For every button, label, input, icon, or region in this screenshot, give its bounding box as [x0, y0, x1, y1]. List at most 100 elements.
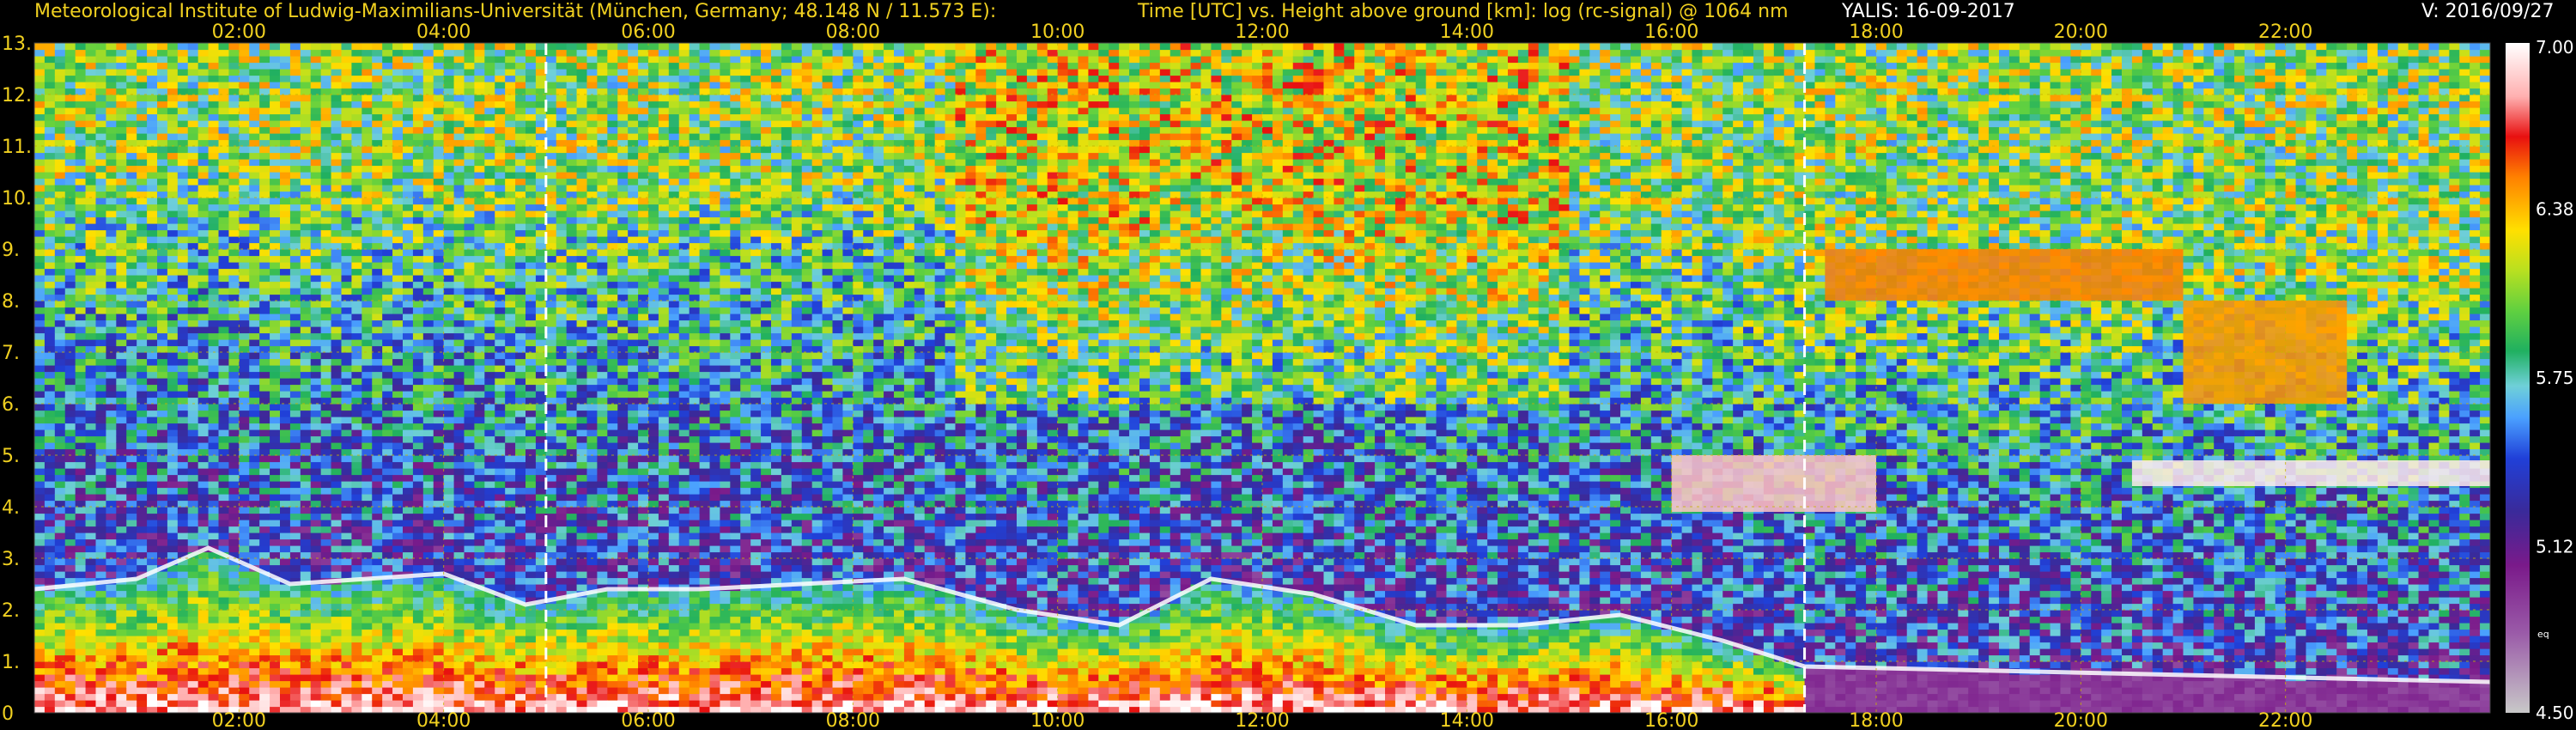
signal-cell [106, 520, 117, 526]
signal-cell [65, 69, 76, 76]
signal-cell [116, 140, 127, 147]
signal-cell [34, 63, 46, 70]
signal-cell [116, 648, 127, 655]
signal-cell [116, 488, 127, 495]
signal-cell [76, 114, 87, 121]
signal-cell [147, 642, 158, 649]
signal-cell [106, 597, 117, 604]
signal-cell [55, 468, 66, 475]
signal-cell [45, 223, 56, 230]
signal-cell [147, 648, 158, 655]
signal-cell [147, 411, 158, 417]
signal-cell [126, 488, 137, 495]
signal-cell [137, 655, 148, 662]
signal-cell [147, 320, 158, 327]
signal-cell [45, 346, 56, 353]
signal-cell [76, 591, 87, 598]
signal-cell [96, 198, 107, 204]
signal-cell [106, 398, 117, 405]
signal-cell [34, 256, 46, 263]
signal-cell [34, 411, 46, 417]
signal-cell [96, 204, 107, 211]
signal-cell [147, 481, 158, 488]
signal-cell [137, 545, 148, 552]
signal-cell [76, 230, 87, 237]
signal-cell [86, 623, 97, 630]
signal-cell [106, 429, 117, 436]
signal-cell [137, 307, 148, 314]
signal-cell [157, 636, 168, 642]
signal-cell [65, 295, 76, 301]
signal-cell [157, 552, 168, 559]
signal-cell [147, 204, 158, 211]
signal-cell [76, 172, 87, 179]
signal-cell [86, 269, 97, 276]
signal-cell [147, 179, 158, 186]
signal-cell [126, 210, 137, 217]
signal-cell [106, 417, 117, 423]
signal-cell [116, 630, 127, 636]
signal-cell [76, 514, 87, 520]
signal-cell [137, 694, 148, 701]
signal-cell [55, 326, 66, 333]
signal-cell [157, 532, 168, 539]
signal-cell [116, 411, 127, 417]
signal-cell [45, 313, 56, 320]
signal-cell [55, 385, 66, 392]
signal-cell [86, 359, 97, 366]
signal-cell [147, 468, 158, 475]
signal-cell [76, 552, 87, 559]
signal-cell [34, 50, 46, 57]
signal-cell [157, 526, 168, 533]
signal-cell [157, 249, 168, 256]
signal-cell [86, 655, 97, 662]
signal-cell [45, 94, 56, 101]
signal-cell [157, 571, 168, 578]
signal-cell [45, 192, 56, 198]
signal-cell [55, 333, 66, 340]
signal-cell [34, 552, 46, 559]
signal-cell [55, 545, 66, 552]
signal-cell [126, 94, 137, 101]
signal-cell [65, 127, 76, 134]
signal-cell [106, 339, 117, 346]
signal-cell [157, 159, 168, 166]
signal-cell [137, 133, 148, 140]
signal-cell [34, 365, 46, 372]
signal-cell [45, 707, 56, 714]
signal-cell [126, 146, 137, 153]
signal-cell [147, 140, 158, 147]
signal-cell [55, 172, 66, 179]
signal-cell [34, 636, 46, 642]
signal-cell [126, 449, 137, 456]
signal-cell [65, 571, 76, 578]
signal-cell [76, 429, 87, 436]
signal-cell [45, 249, 56, 256]
signal-cell [76, 365, 87, 372]
signal-cell [137, 159, 148, 166]
signal-cell [96, 417, 107, 423]
signal-cell [137, 43, 148, 50]
signal-cell [76, 179, 87, 186]
lidar-time-height-chart: Meteorological Institute of Ludwig-Maxim… [0, 0, 2576, 730]
signal-cell [147, 674, 158, 681]
signal-cell [55, 411, 66, 417]
signal-cell [106, 307, 117, 314]
signal-cell [137, 385, 148, 392]
signal-cell [106, 133, 117, 140]
signal-cell [86, 423, 97, 430]
signal-cell [76, 681, 87, 688]
signal-cell [45, 82, 56, 88]
signal-cell [45, 623, 56, 630]
signal-cell [137, 204, 148, 211]
signal-cell [126, 269, 137, 276]
signal-cell [45, 423, 56, 430]
signal-cell [116, 63, 127, 70]
signal-cell [126, 610, 137, 617]
signal-cell [137, 539, 148, 546]
signal-cell [96, 694, 107, 701]
signal-cell [34, 694, 46, 701]
signal-cell [86, 558, 97, 565]
signal-cell [96, 423, 107, 430]
signal-cell [96, 333, 107, 340]
